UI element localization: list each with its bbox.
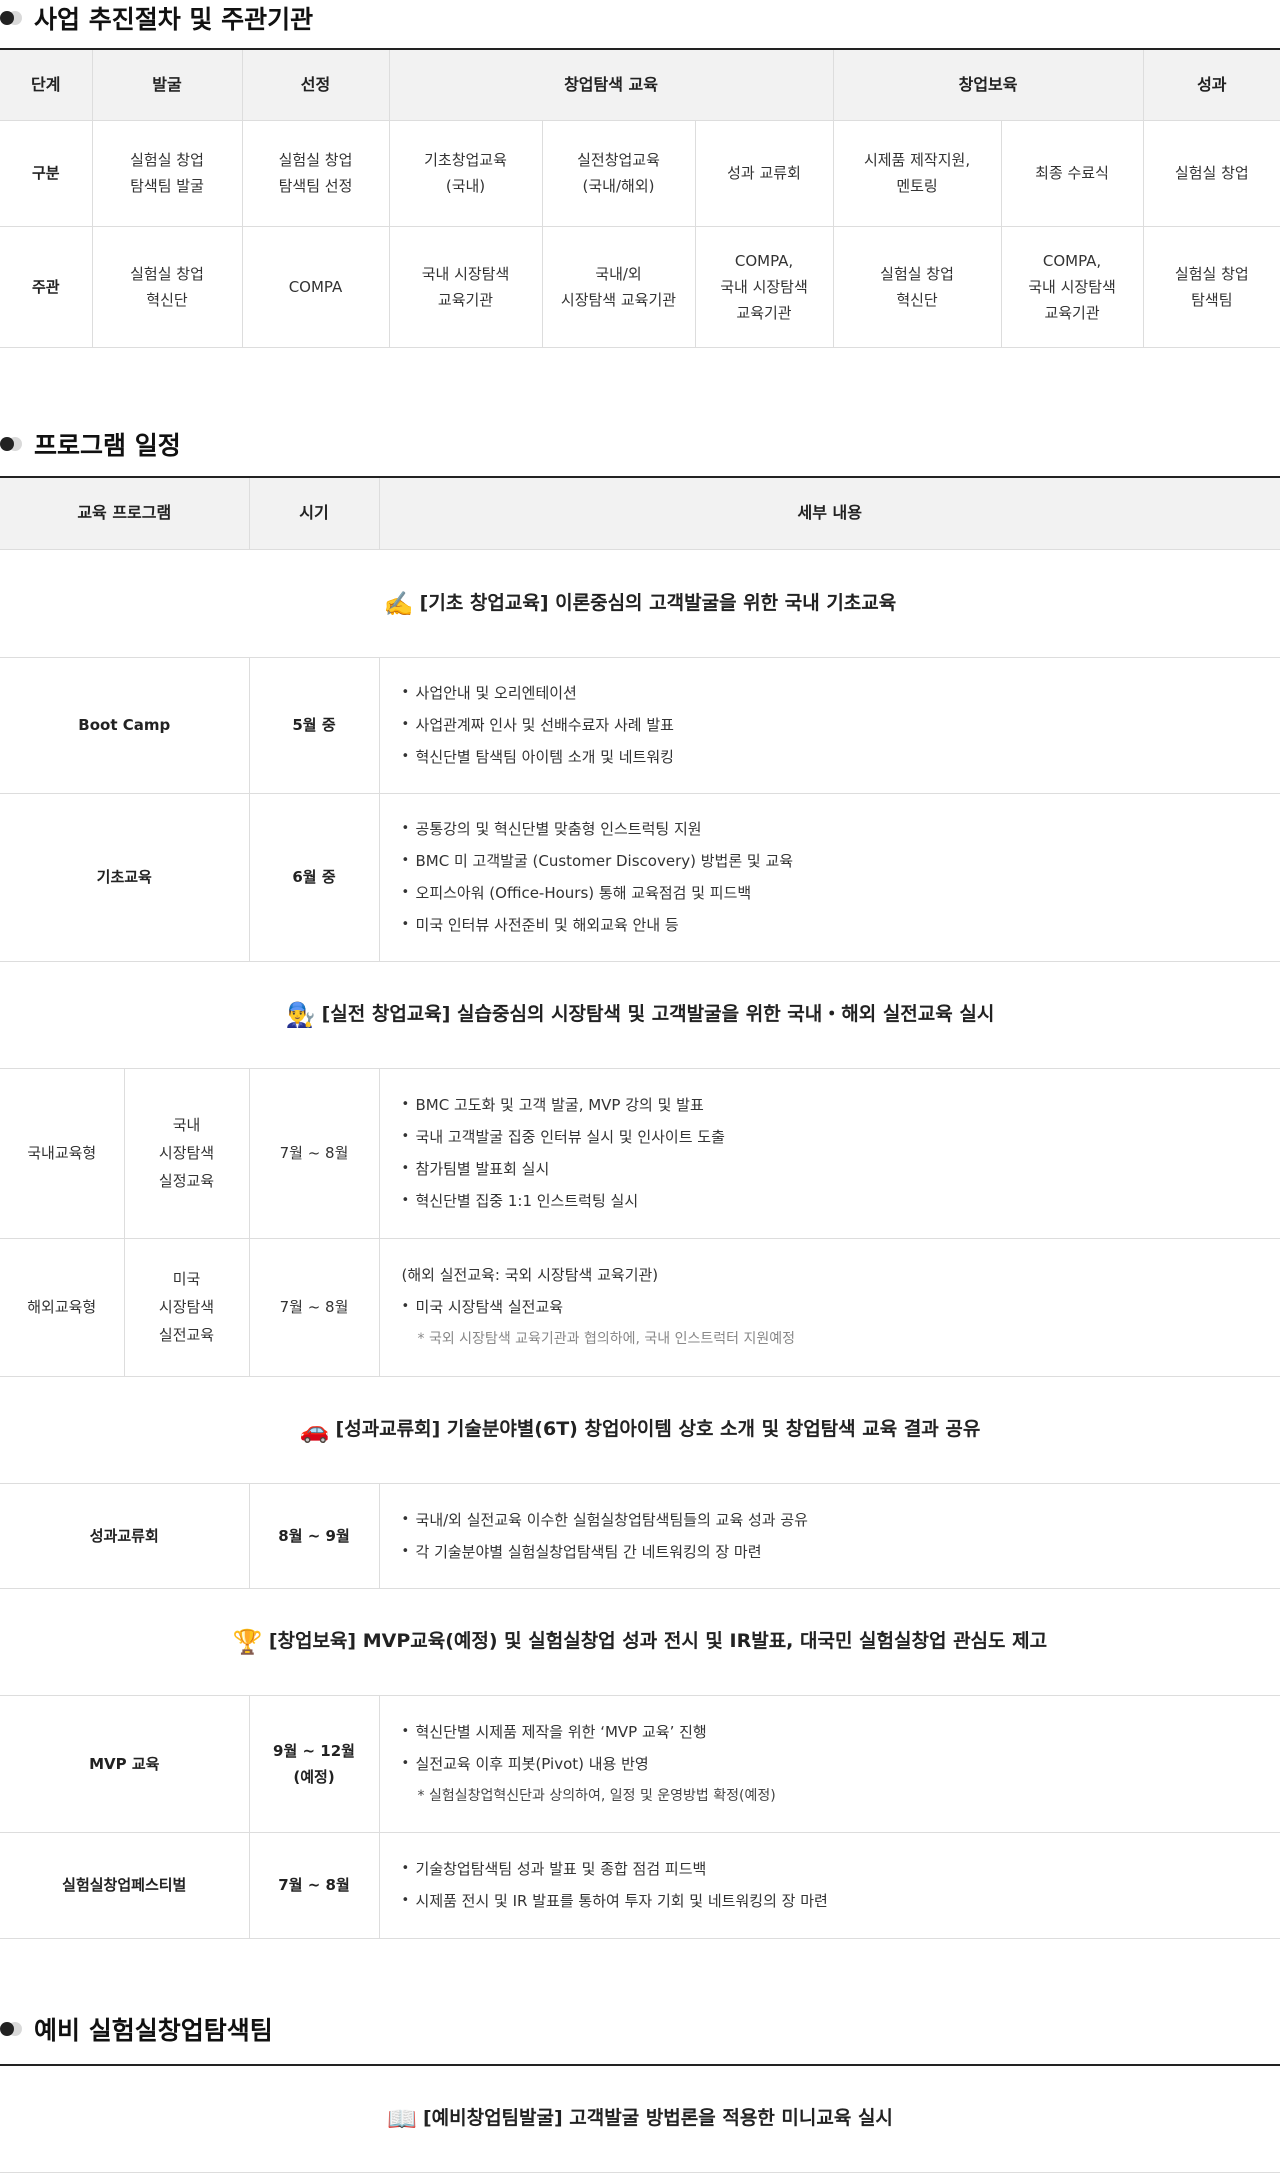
detail-heading: (해외 실전교육: 국외 시장탐색 교육기관) bbox=[401, 1266, 659, 1284]
list-item: 사업관계짜 인사 및 선배수료자 사례 발표 bbox=[402, 709, 1273, 741]
program-type: 해외교육형 bbox=[0, 1237, 125, 1377]
program-name: 국내 시장탐색 실정교육 bbox=[123, 1067, 250, 1239]
banner-incubation: 🏆 [창업보육] MVP교육(예정) 및 실험실창업 성과 전시 및 IR발표, … bbox=[0, 1587, 1280, 1696]
program-type: 국내교육형 bbox=[0, 1067, 125, 1239]
table-cell: 실험실 창업 혁신단 bbox=[832, 225, 1002, 348]
list-item: BMC 고도화 및 고객 발굴, MVP 강의 및 발표 bbox=[402, 1089, 1273, 1121]
trophy-icon: 🏆 bbox=[232, 1628, 263, 1656]
table-cell: COMPA, 국내 시장탐색 교육기관 bbox=[1000, 225, 1144, 348]
procedure-table: 단계 발굴 선정 창업탐색 교육 창업보육 성과 구분 실험실 창업 탐색팀 발… bbox=[0, 48, 1280, 348]
program-name: 기초교육 bbox=[0, 792, 250, 962]
table-row-category: 구분 실험실 창업 탐색팀 발굴 실험실 창업 탐색팀 선정 기초창업교육 (국… bbox=[0, 119, 1280, 227]
list-item: BMC 미 고객발굴 (Customer Discovery) 방법론 및 교육 bbox=[402, 845, 1273, 877]
list-item: 미국 인터뷰 사전준비 및 해외교육 안내 등 bbox=[402, 909, 1273, 941]
table-cell: COMPA, 국내 시장탐색 교육기관 bbox=[694, 225, 834, 348]
program-name: MVP 교육 bbox=[0, 1694, 250, 1833]
table-cell: 국내/외 시장탐색 교육기관 bbox=[541, 225, 696, 348]
section-title-procedure: 사업 추진절차 및 주관기관 bbox=[0, 0, 313, 36]
mechanic-icon: 👨‍🔧 bbox=[285, 1001, 316, 1029]
program-period: 7월 ~ 8월 bbox=[248, 1067, 380, 1239]
list-item: 시제품 전시 및 IR 발표를 통하여 투자 기회 및 네트워킹의 장 마련 bbox=[402, 1885, 1273, 1917]
book-icon: 📖 bbox=[387, 2105, 417, 2134]
list-item: 공통강의 및 혁신단별 맞춤형 인스트럭팅 지원 bbox=[402, 813, 1273, 845]
table-row: 국내교육형 국내 시장탐색 실정교육 7월 ~ 8월 BMC 고도화 및 고객 … bbox=[0, 1067, 1280, 1239]
program-period: 5월 중 bbox=[248, 656, 380, 794]
banner-basic-education: ✍️ [기초 창업교육] 이론중심의 고객발굴을 위한 국내 기초교육 bbox=[0, 548, 1280, 658]
preliminary-table: 📖 [예비창업팀발굴] 고객발굴 방법론을 적용한 미니교육 실시 bbox=[0, 2064, 1280, 2173]
list-item: 참가팀별 발표회 실시 bbox=[402, 1153, 1273, 1185]
program-name: 미국 시장탐색 실전교육 bbox=[123, 1237, 250, 1377]
program-detail: 공통강의 및 혁신단별 맞춤형 인스트럭팅 지원 BMC 미 고객발굴 (Cus… bbox=[378, 792, 1280, 962]
table-cell: 실험실 창업 탐색팀 bbox=[1142, 225, 1280, 348]
header-selection: 선정 bbox=[241, 48, 390, 121]
detail-note: * 국외 시장탐색 교육기관과 협의하에, 국내 인스트럭터 지원예정 bbox=[417, 1331, 795, 1347]
header-incubation: 창업보육 bbox=[832, 48, 1144, 121]
list-item: 혁신단별 집중 1:1 인스트럭팅 실시 bbox=[402, 1185, 1273, 1217]
section-bullet-icon bbox=[0, 437, 24, 451]
program-period: 8월 ~ 9월 bbox=[248, 1482, 380, 1589]
header-stage: 단계 bbox=[0, 48, 93, 121]
table-cell: 최종 수료식 bbox=[1000, 119, 1144, 227]
program-period: 6월 중 bbox=[248, 792, 380, 962]
header-discovery: 발굴 bbox=[91, 48, 243, 121]
table-row: 성과교류회 8월 ~ 9월 국내/외 실전교육 이수한 실험실창업탐색팀들의 교… bbox=[0, 1482, 1280, 1589]
section-bullet-icon bbox=[0, 11, 24, 25]
list-item: 국내 고객발굴 집중 인터뷰 실시 및 인사이트 도출 bbox=[402, 1121, 1273, 1153]
banner-practical-education: 👨‍🔧 [실전 창업교육] 실습중심의 시장탐색 및 고객발굴을 위한 국내・해외… bbox=[0, 960, 1280, 1069]
program-period: 7월 ~ 8월 bbox=[248, 1831, 380, 1939]
header-outcome: 성과 bbox=[1142, 48, 1280, 121]
list-item: 실전교육 이후 피봇(Pivot) 내용 반영 bbox=[402, 1748, 1273, 1780]
header-period: 시기 bbox=[248, 476, 380, 550]
detail-note: * 실험실창업혁신단과 상의하여, 일정 및 운영방법 확정(예정) bbox=[417, 1787, 776, 1804]
program-detail: (해외 실전교육: 국외 시장탐색 교육기관) 미국 시장탐색 실전교육 * 국… bbox=[378, 1237, 1280, 1377]
header-program: 교육 프로그램 bbox=[0, 476, 250, 550]
table-cell: 성과 교류회 bbox=[694, 119, 834, 227]
section-bullet-icon bbox=[0, 2022, 24, 2036]
list-item: 국내/외 실전교육 이수한 실험실창업탐색팀들의 교육 성과 공유 bbox=[402, 1504, 1273, 1536]
table-row: 기초교육 6월 중 공통강의 및 혁신단별 맞춤형 인스트럭팅 지원 BMC 미… bbox=[0, 792, 1280, 962]
program-period: 9월 ~ 12월 (예정) bbox=[248, 1694, 380, 1833]
section-title-preliminary: 예비 실험실창업탐색팀 bbox=[0, 2011, 273, 2047]
car-icon: 🚗 bbox=[299, 1416, 330, 1444]
table-row: 해외교육형 미국 시장탐색 실전교육 7월 ~ 8월 (해외 실전교육: 국외 … bbox=[0, 1237, 1280, 1377]
table-cell: 실험실 창업 탐색팀 선정 bbox=[241, 119, 390, 227]
header-detail: 세부 내용 bbox=[378, 476, 1280, 550]
list-item: 오피스아워 (Office-Hours) 통해 교육점검 및 피드백 bbox=[402, 877, 1273, 909]
table-cell: 실전창업교육 (국내/해외) bbox=[541, 119, 696, 227]
table-cell: 실험실 창업 혁신단 bbox=[91, 225, 243, 348]
banner-exchange: 🚗 [성과교류회] 기술분야별(6T) 창업아이템 상호 소개 및 창업탐색 교육… bbox=[0, 1375, 1280, 1484]
table-row: 실험실창업페스티벌 7월 ~ 8월 기술창업탐색팀 성과 발표 및 종합 점검 … bbox=[0, 1831, 1280, 1939]
row-label-category: 구분 bbox=[0, 119, 93, 227]
writing-hand-icon: ✍️ bbox=[383, 589, 414, 618]
program-detail: 사업안내 및 오리엔테이션 사업관계짜 인사 및 선배수료자 사례 발표 혁신단… bbox=[378, 656, 1280, 794]
table-row: MVP 교육 9월 ~ 12월 (예정) 혁신단별 시제품 제작을 위한 ‘MV… bbox=[0, 1694, 1280, 1833]
list-item: 혁신단별 시제품 제작을 위한 ‘MVP 교육’ 진행 bbox=[402, 1716, 1273, 1748]
program-name: Boot Camp bbox=[0, 656, 250, 794]
table-cell: 국내 시장탐색 교육기관 bbox=[388, 225, 543, 348]
program-name: 성과교류회 bbox=[0, 1482, 250, 1589]
list-item: 기술창업탐색팀 성과 발표 및 종합 점검 피드백 bbox=[402, 1853, 1273, 1885]
row-label-host: 주관 bbox=[0, 225, 93, 348]
schedule-table: 교육 프로그램 시기 세부 내용 ✍️ [기초 창업교육] 이론중심의 고객발굴을… bbox=[0, 476, 1280, 1939]
banner-preliminary: 📖 [예비창업팀발굴] 고객발굴 방법론을 적용한 미니교육 실시 bbox=[0, 2064, 1280, 2173]
table-row-host: 주관 실험실 창업 혁신단 COMPA 국내 시장탐색 교육기관 국내/외 시장… bbox=[0, 225, 1280, 348]
program-detail: 혁신단별 시제품 제작을 위한 ‘MVP 교육’ 진행 실전교육 이후 피봇(P… bbox=[378, 1694, 1280, 1833]
list-item: 미국 시장탐색 실전교육 bbox=[402, 1291, 1273, 1323]
program-detail: 기술창업탐색팀 성과 발표 및 종합 점검 피드백 시제품 전시 및 IR 발표… bbox=[378, 1831, 1280, 1939]
list-item: 혁신단별 탐색팀 아이템 소개 및 네트워킹 bbox=[402, 741, 1273, 773]
list-item: 사업안내 및 오리엔테이션 bbox=[402, 677, 1273, 709]
program-detail: 국내/외 실전교육 이수한 실험실창업탐색팀들의 교육 성과 공유 각 기술분야… bbox=[378, 1482, 1280, 1589]
program-detail: BMC 고도화 및 고객 발굴, MVP 강의 및 발표 국내 고객발굴 집중 … bbox=[378, 1067, 1280, 1239]
table-cell: 실험실 창업 탐색팀 발굴 bbox=[91, 119, 243, 227]
section-title-schedule: 프로그램 일정 bbox=[0, 426, 181, 462]
table-row: Boot Camp 5월 중 사업안내 및 오리엔테이션 사업관계짜 인사 및 … bbox=[0, 656, 1280, 794]
header-education: 창업탐색 교육 bbox=[388, 48, 834, 121]
table-cell: 기초창업교육 (국내) bbox=[388, 119, 543, 227]
table-cell: 시제품 제작지원, 멘토링 bbox=[832, 119, 1002, 227]
table-cell: 실험실 창업 bbox=[1142, 119, 1280, 227]
table-cell: COMPA bbox=[241, 225, 390, 348]
program-period: 7월 ~ 8월 bbox=[248, 1237, 380, 1377]
list-item: 각 기술분야별 실험실창업탐색팀 간 네트워킹의 장 마련 bbox=[402, 1536, 1273, 1568]
program-name: 실험실창업페스티벌 bbox=[0, 1831, 250, 1939]
